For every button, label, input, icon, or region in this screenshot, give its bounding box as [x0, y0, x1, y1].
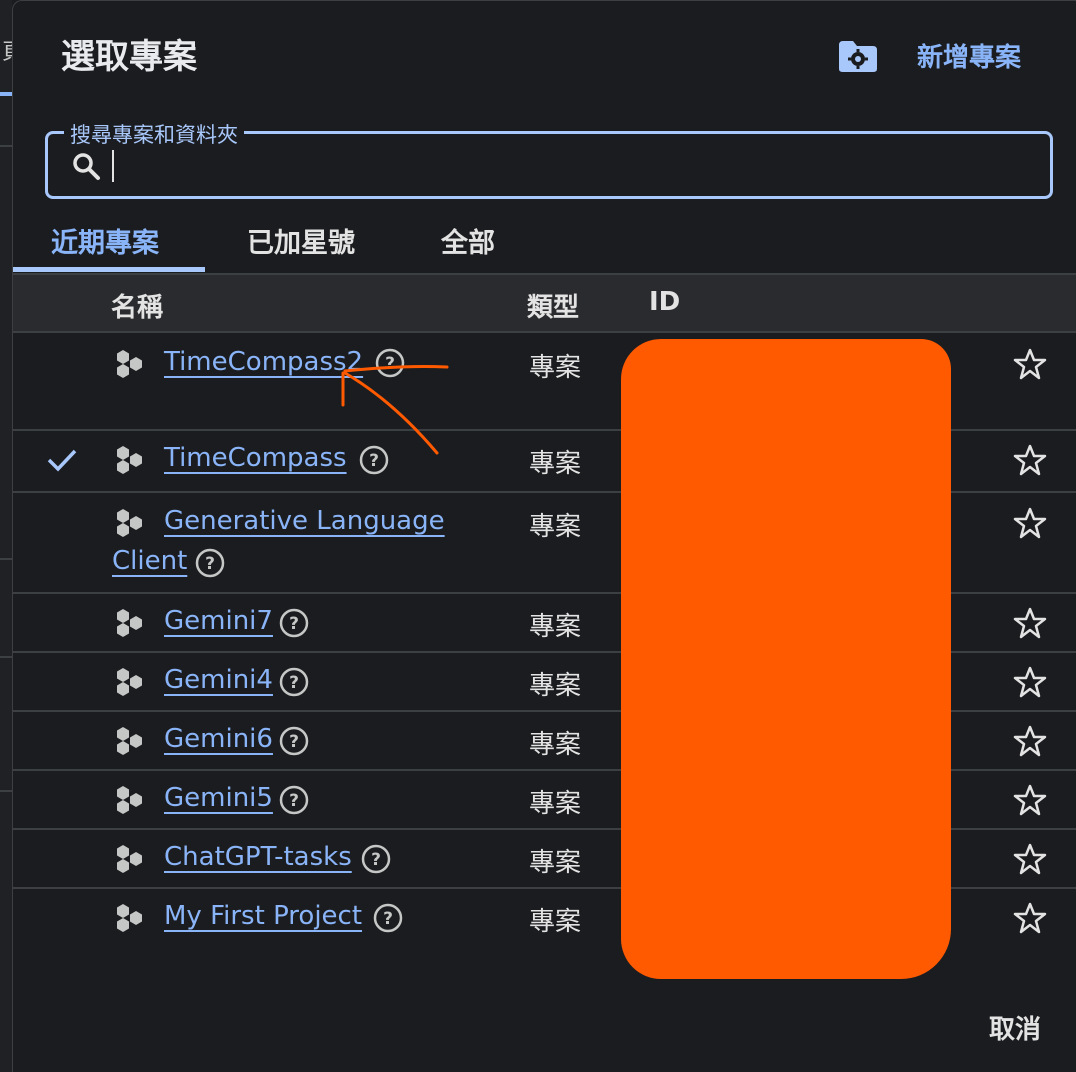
- column-name[interactable]: 名稱: [111, 287, 163, 324]
- project-icon: [117, 350, 142, 378]
- svg-text:?: ?: [205, 554, 215, 574]
- redaction-scribble: [621, 339, 951, 979]
- project-icon: [117, 786, 142, 814]
- project-icon: [117, 904, 142, 932]
- project-name-link[interactable]: ChatGPT-tasks: [164, 842, 352, 872]
- new-project-label: 新增專案: [917, 43, 1022, 73]
- background-page: 頁: [0, 0, 24, 1072]
- help-icon[interactable]: ?: [279, 785, 309, 815]
- annotation-arrow: [341, 365, 449, 455]
- tab-all[interactable]: 全部: [441, 221, 495, 260]
- project-icon: [117, 609, 142, 637]
- project-name-link[interactable]: Generative Language: [164, 506, 445, 536]
- new-project-button[interactable]: 新增專案: [837, 37, 1021, 74]
- tab-starred[interactable]: 已加星號: [247, 221, 355, 260]
- star-outline-icon[interactable]: [1013, 783, 1047, 817]
- select-project-dialog: 選取專案 新增專案 搜尋專案和資料夾 近期專案 已加星號 全部 名稱 類型 ID: [12, 0, 1076, 1072]
- background-tab-indicator: [0, 92, 12, 96]
- project-type: 專案: [529, 789, 582, 819]
- star-outline-icon[interactable]: [1013, 901, 1047, 935]
- star-outline-icon[interactable]: [1013, 606, 1047, 640]
- star-outline-icon[interactable]: [1013, 347, 1047, 381]
- project-type: 專案: [529, 353, 582, 383]
- svg-text:?: ?: [383, 909, 393, 929]
- table-header: 名稱 類型 ID: [13, 273, 1076, 333]
- column-type[interactable]: 類型: [527, 287, 579, 324]
- active-tab-indicator: [13, 267, 205, 272]
- project-icon: [117, 727, 142, 755]
- project-icon: [117, 509, 142, 537]
- svg-text:?: ?: [289, 673, 299, 693]
- tab-recent[interactable]: 近期專案: [51, 221, 159, 260]
- star-outline-icon[interactable]: [1013, 506, 1047, 540]
- help-icon[interactable]: ?: [373, 903, 403, 933]
- project-name-link[interactable]: Gemini4: [164, 665, 273, 695]
- project-type: 專案: [529, 449, 582, 479]
- dialog-title: 選取專案: [61, 37, 197, 77]
- star-outline-icon[interactable]: [1013, 443, 1047, 477]
- search-legend: 搜尋專案和資料夾: [64, 119, 244, 149]
- project-type: 專案: [529, 848, 582, 878]
- project-icon: [117, 668, 142, 696]
- svg-text:?: ?: [371, 850, 381, 870]
- search-icon: [73, 153, 100, 180]
- project-type: 專案: [529, 512, 582, 542]
- project-type: 專案: [529, 730, 582, 760]
- help-icon[interactable]: ?: [195, 548, 225, 578]
- settings-folder-icon: [839, 40, 877, 72]
- help-icon[interactable]: ?: [361, 844, 391, 874]
- project-type: 專案: [529, 612, 582, 642]
- text-cursor: [112, 150, 114, 182]
- project-name-link[interactable]: Gemini6: [164, 724, 273, 754]
- star-outline-icon[interactable]: [1013, 724, 1047, 758]
- search-input[interactable]: [116, 146, 1020, 186]
- help-icon[interactable]: ?: [279, 667, 309, 697]
- star-outline-icon[interactable]: [1013, 842, 1047, 876]
- help-icon[interactable]: ?: [279, 608, 309, 638]
- project-type: 專案: [529, 907, 582, 937]
- project-name-link[interactable]: Gemini7: [164, 606, 273, 636]
- column-id[interactable]: ID: [649, 287, 680, 317]
- project-name-link[interactable]: TimeCompass: [164, 443, 347, 473]
- project-icon: [117, 446, 142, 474]
- svg-text:?: ?: [289, 614, 299, 634]
- cancel-button[interactable]: 取消: [989, 1009, 1041, 1046]
- help-icon[interactable]: ?: [279, 726, 309, 756]
- project-name-link[interactable]: Gemini5: [164, 783, 273, 813]
- tab-bar: 近期專案 已加星號 全部: [13, 211, 1076, 273]
- star-outline-icon[interactable]: [1013, 665, 1047, 699]
- project-name-link-line2[interactable]: Client: [112, 546, 187, 576]
- project-icon: [117, 845, 142, 873]
- search-field[interactable]: 搜尋專案和資料夾: [45, 119, 1053, 199]
- svg-text:?: ?: [289, 732, 299, 752]
- svg-text:?: ?: [289, 791, 299, 811]
- project-type: 專案: [529, 671, 582, 701]
- check-icon: [47, 449, 77, 472]
- project-name-link[interactable]: My First Project: [164, 901, 362, 931]
